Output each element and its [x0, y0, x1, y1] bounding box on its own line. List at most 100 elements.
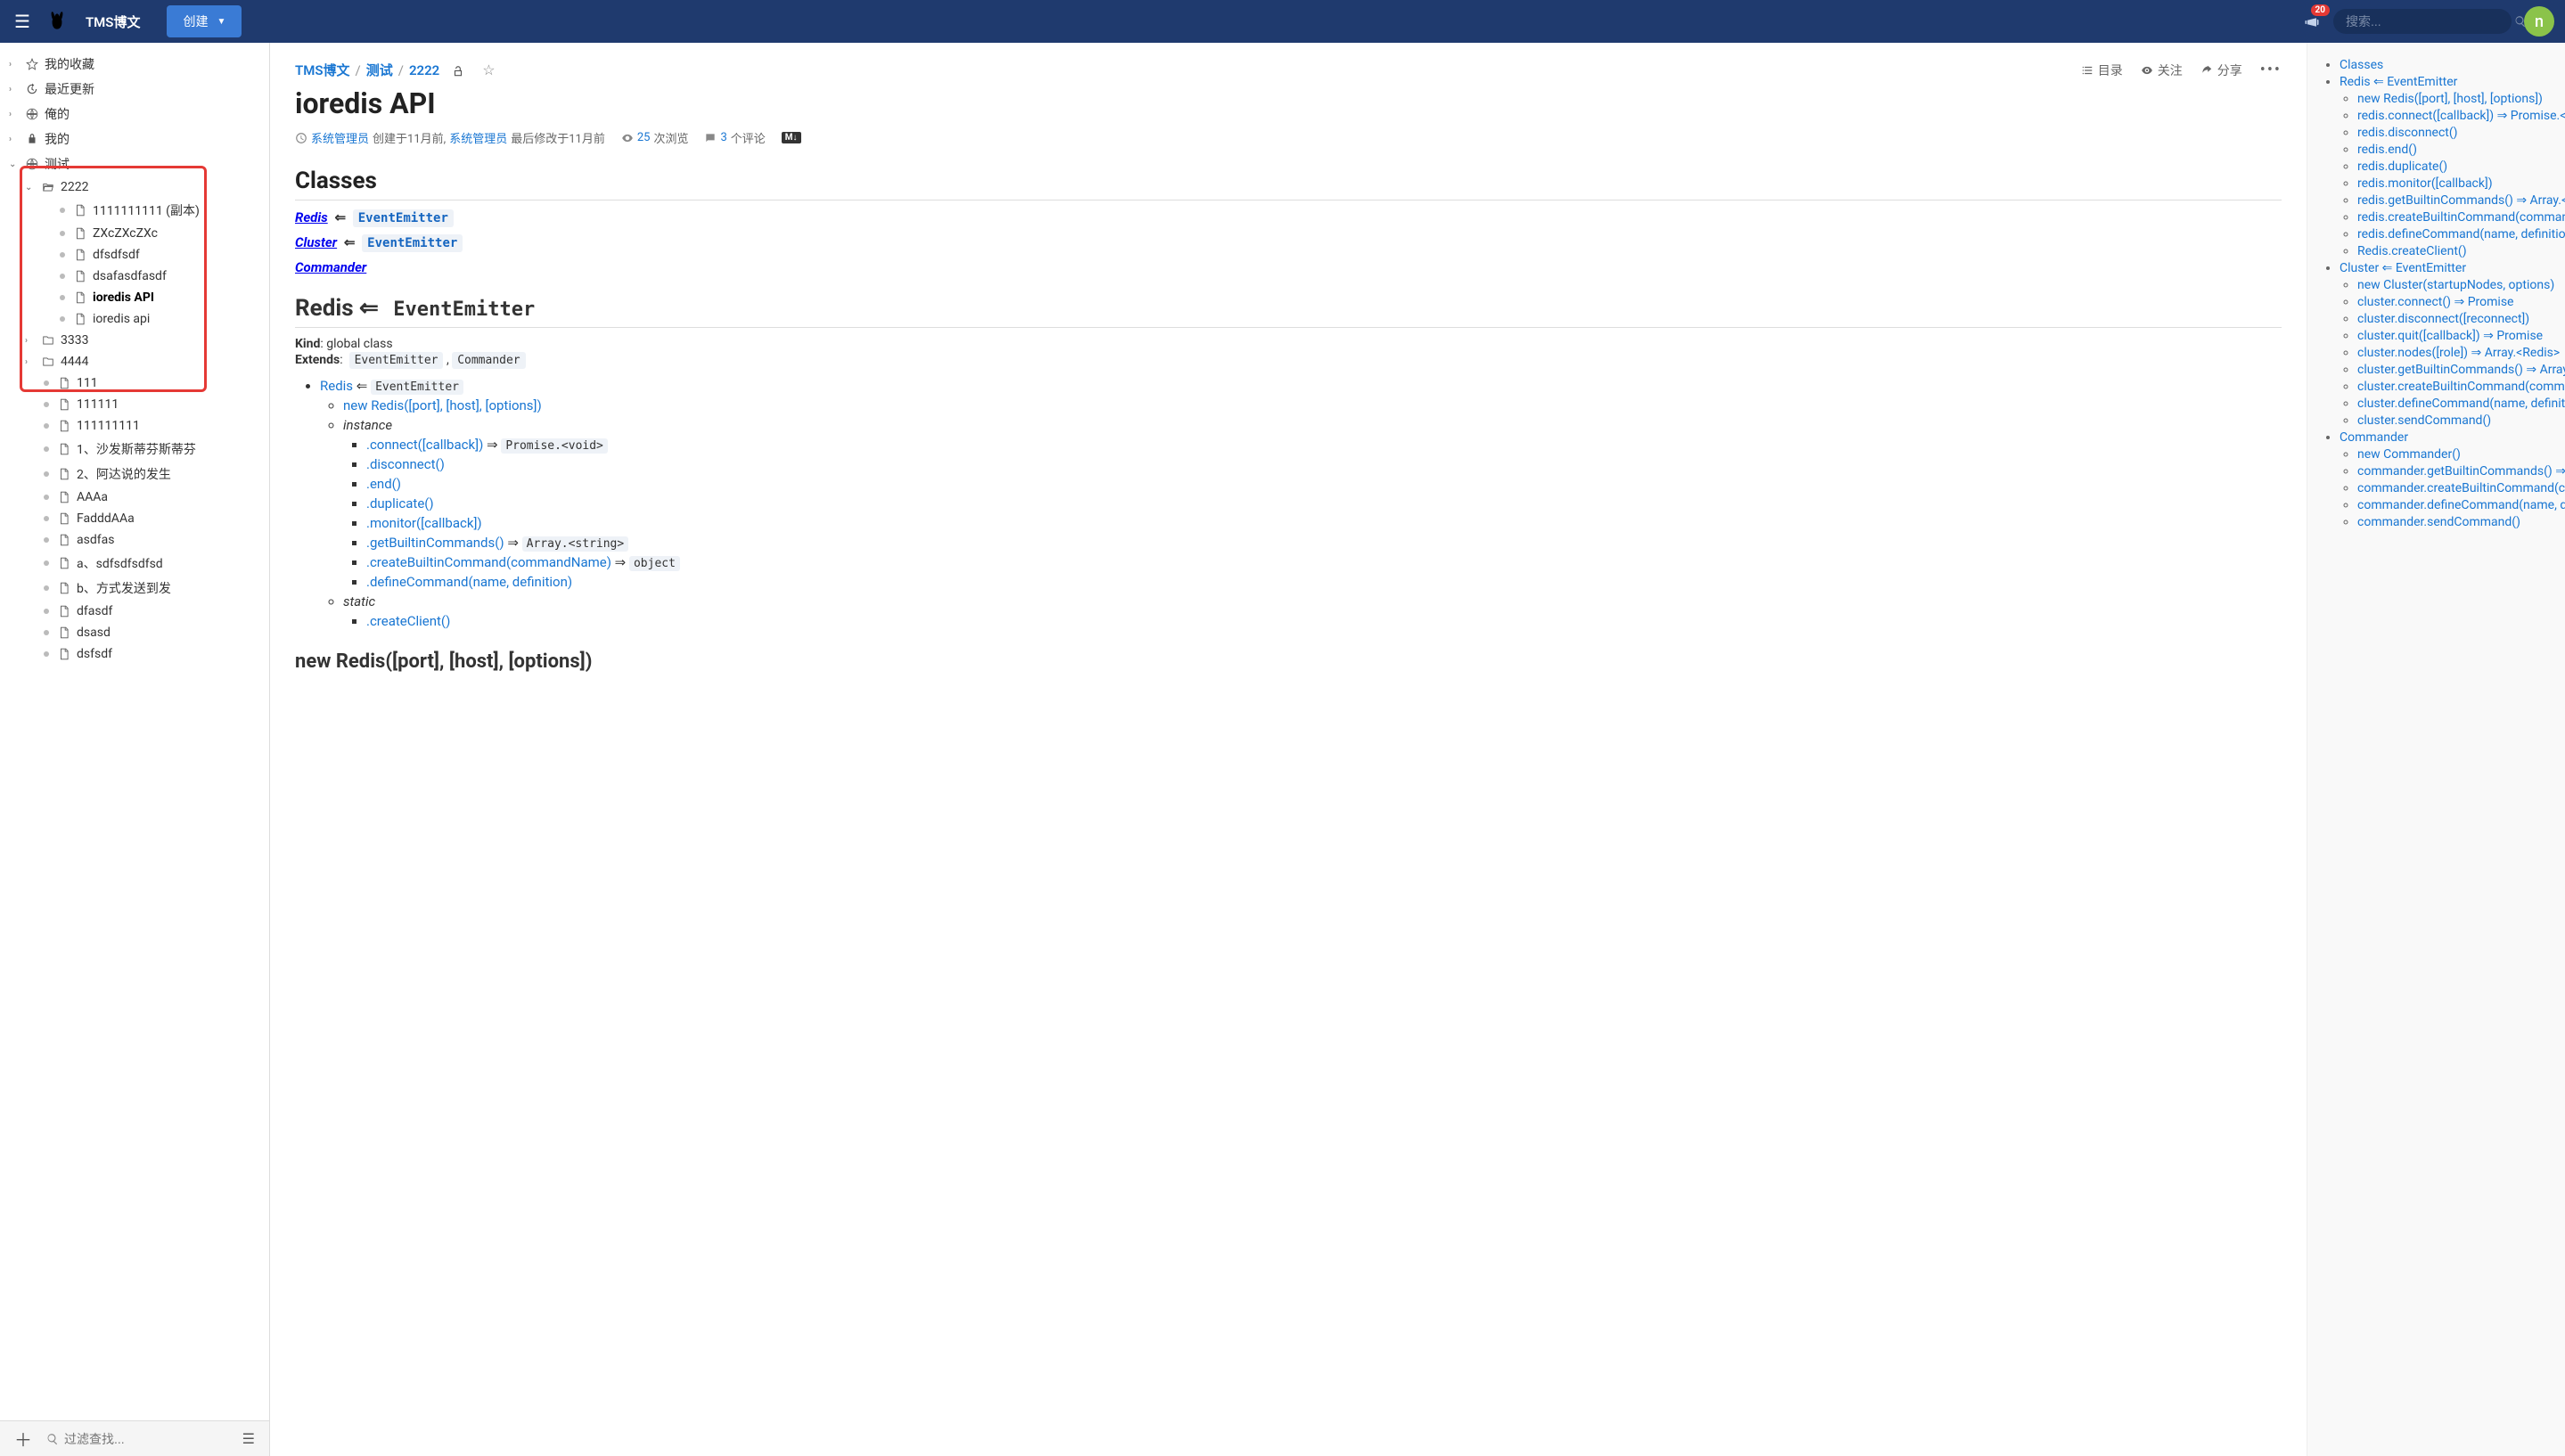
toc-toggle[interactable]: 目录 — [2081, 61, 2123, 79]
tree-item[interactable]: b、方式发送到发 — [0, 576, 269, 601]
toc-item[interactable]: cluster.quit([callback]) ⇒ Promise — [2357, 329, 2565, 343]
file-icon — [73, 313, 87, 325]
toc-item[interactable]: redis.end() — [2357, 143, 2565, 157]
star-icon[interactable]: ☆ — [482, 61, 495, 78]
author-link[interactable]: 系统管理员 — [311, 129, 369, 146]
file-icon — [73, 270, 87, 282]
toc-item[interactable]: Redis ⇐ EventEmitternew Redis([port], [h… — [2340, 75, 2565, 258]
breadcrumb: TMS博文 / 测试 / 2222 ☆ — [295, 61, 496, 79]
tree-item[interactable]: 111111 — [0, 394, 269, 415]
tree-item[interactable]: ⌄2222 — [0, 176, 269, 198]
toc-item[interactable]: commander.sendCommand() — [2357, 515, 2565, 529]
tree-item[interactable]: a、sdfsdfsdfsd — [0, 551, 269, 576]
tree-item-label: dsafasdfasdf — [93, 269, 260, 283]
more-actions[interactable]: ••• — [2260, 61, 2282, 79]
toc-item[interactable]: cluster.disconnect([reconnect]) — [2357, 312, 2565, 326]
chevron-icon: › — [9, 85, 20, 94]
toc-item[interactable]: Classes — [2340, 58, 2565, 72]
toc-item[interactable]: commander.getBuiltinCommands() ⇒ Ar — [2357, 464, 2565, 479]
clock-icon — [295, 132, 307, 144]
new-redis-heading: new Redis([port], [host], [options]) — [295, 650, 2282, 673]
tree-item[interactable]: dfsdfsdf — [0, 244, 269, 266]
tree-item[interactable]: ›最近更新 — [0, 77, 269, 102]
file-icon — [73, 204, 87, 217]
tree-item[interactable]: ›4444 — [0, 351, 269, 372]
create-button-label: 创建 — [183, 12, 208, 30]
tree-item-label: dsasd — [77, 626, 260, 640]
bullet-icon — [60, 252, 65, 258]
toc-item[interactable]: Cluster ⇐ EventEmitternew Cluster(startu… — [2340, 261, 2565, 428]
toc-item[interactable]: commander.defineCommand(name, def — [2357, 498, 2565, 512]
tree-item[interactable]: ›3333 — [0, 330, 269, 351]
follow-button[interactable]: 关注 — [2141, 61, 2183, 79]
filter-input[interactable] — [64, 1432, 228, 1446]
toc-item[interactable]: cluster.defineCommand(name, definition — [2357, 397, 2565, 411]
tree-item[interactable]: dsfsdf — [0, 643, 269, 665]
toc-item[interactable]: redis.duplicate() — [2357, 160, 2565, 174]
tree-item[interactable]: 1、沙发斯蒂芬斯蒂芬 — [0, 437, 269, 462]
modifier-link[interactable]: 系统管理员 — [449, 129, 507, 146]
tree-item[interactable]: FadddAAa — [0, 508, 269, 529]
tree-item[interactable]: ›我的 — [0, 127, 269, 151]
tree-item[interactable]: ›我的收藏 — [0, 52, 269, 77]
toc-item[interactable]: cluster.createBuiltinCommand(command — [2357, 380, 2565, 394]
bullet-icon — [44, 495, 49, 500]
hamburger-icon[interactable]: ☰ — [11, 7, 34, 36]
search-field[interactable] — [2346, 14, 2507, 29]
tree-item[interactable]: ZXcZXcZXc — [0, 223, 269, 244]
toc-item[interactable]: new Commander() — [2357, 447, 2565, 462]
tree-item[interactable]: 111 — [0, 372, 269, 394]
tree-item[interactable]: dsasd — [0, 622, 269, 643]
share-button[interactable]: 分享 — [2200, 61, 2242, 79]
main-content: TMS博文 / 测试 / 2222 ☆ 目录 关注 — [270, 43, 2307, 1456]
logo-rabbit-icon[interactable] — [45, 9, 70, 34]
toc-item[interactable]: cluster.getBuiltinCommands() ⇒ Array.< — [2357, 363, 2565, 377]
file-icon — [73, 227, 87, 240]
menu-icon[interactable]: ☰ — [237, 1430, 260, 1447]
avatar[interactable]: n — [2524, 6, 2554, 37]
toc-item[interactable]: Redis.createClient() — [2357, 244, 2565, 258]
toc-item[interactable]: redis.createBuiltinCommand(commandN — [2357, 210, 2565, 225]
megaphone-icon[interactable]: 20 — [2303, 12, 2321, 30]
toc-item[interactable]: new Redis([port], [host], [options]) — [2357, 92, 2565, 106]
file-icon — [57, 512, 71, 525]
tree-item[interactable]: dfasdf — [0, 601, 269, 622]
tree-item-label: FadddAAa — [77, 511, 260, 526]
tree-item[interactable]: 2、阿达说的发生 — [0, 462, 269, 487]
unlock-icon[interactable] — [452, 62, 464, 78]
toc-item[interactable]: cluster.nodes([role]) ⇒ Array.<Redis> — [2357, 346, 2565, 360]
create-button[interactable]: 创建 ▼ — [167, 5, 242, 37]
toc-item[interactable]: redis.monitor([callback]) — [2357, 176, 2565, 191]
toc-item[interactable]: redis.getBuiltinCommands() ⇒ Array.<st — [2357, 193, 2565, 208]
tree-item[interactable]: ioredis api — [0, 308, 269, 330]
toc-item[interactable]: Commandernew Commander()commander.getBui… — [2340, 430, 2565, 529]
tree-item-label: 111 — [77, 376, 260, 390]
tree-item[interactable]: dsafasdfasdf — [0, 266, 269, 287]
toc-item[interactable]: cluster.sendCommand() — [2357, 413, 2565, 428]
brand-label[interactable]: TMS博文 — [86, 12, 141, 31]
crumb-root[interactable]: TMS博文 — [295, 61, 350, 79]
tree-item-label: 我的收藏 — [45, 55, 260, 73]
tree-item[interactable]: AAAa — [0, 487, 269, 508]
file-icon — [57, 626, 71, 639]
toc-item[interactable]: cluster.connect() ⇒ Promise — [2357, 295, 2565, 309]
toc-item[interactable]: redis.connect([callback]) ⇒ Promise.<vo — [2357, 109, 2565, 123]
crumb-mid[interactable]: 测试 — [366, 61, 393, 79]
bullet-icon — [44, 423, 49, 429]
tree-item[interactable]: 111111111 — [0, 415, 269, 437]
tree-item[interactable]: ⌄测试 — [0, 151, 269, 176]
add-button[interactable]: ＋ — [9, 1426, 37, 1452]
tree-item[interactable]: ioredis API — [0, 287, 269, 308]
search-input[interactable] — [2333, 9, 2512, 34]
toc-item[interactable]: redis.defineCommand(name, definition) — [2357, 227, 2565, 241]
file-icon — [73, 249, 87, 261]
file-icon — [57, 468, 71, 480]
toc-item[interactable]: new Cluster(startupNodes, options) — [2357, 278, 2565, 292]
search-icon — [46, 1433, 59, 1445]
tree-item[interactable]: ›俺的 — [0, 102, 269, 127]
toc-item[interactable]: commander.createBuiltinCommand(com — [2357, 481, 2565, 495]
toc-item[interactable]: redis.disconnect() — [2357, 126, 2565, 140]
crumb-leaf[interactable]: 2222 — [409, 62, 439, 78]
tree-item[interactable]: asdfas — [0, 529, 269, 551]
tree-item[interactable]: 1111111111 (副本) — [0, 198, 269, 223]
